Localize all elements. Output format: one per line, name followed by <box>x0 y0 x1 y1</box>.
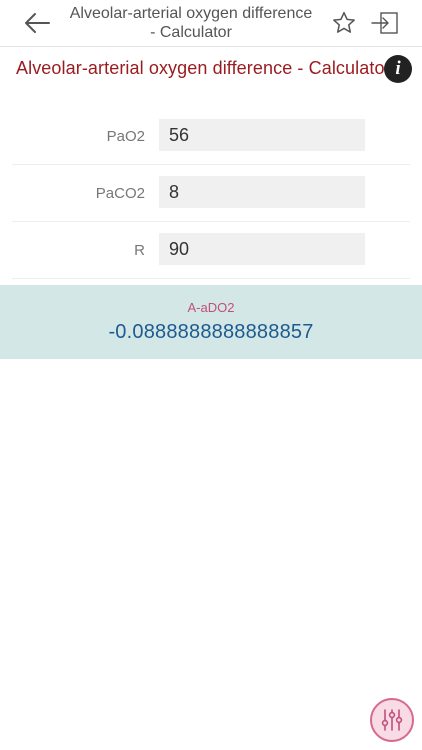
pao2-input[interactable] <box>159 119 365 151</box>
pao2-label: PaO2 <box>106 127 145 145</box>
arrow-left-icon <box>25 13 50 33</box>
nav-title: Alveolar-arterial oxygen difference - Ca… <box>69 5 313 41</box>
result-label: A-aDO2 <box>187 300 235 315</box>
favorite-button[interactable] <box>330 9 358 37</box>
exit-to-app-icon <box>371 12 398 34</box>
back-button[interactable] <box>22 8 52 38</box>
calculator-screen: Alveolar-arterial oxygen difference - Ca… <box>0 0 422 750</box>
r-label: R <box>134 241 145 259</box>
navigation-bar: Alveolar-arterial oxygen difference - Ca… <box>0 0 422 47</box>
exit-button[interactable] <box>370 9 400 37</box>
result-value: -0.0888888888888857 <box>108 321 314 343</box>
sliders-icon <box>381 709 403 731</box>
form-row-paco2: PaCO2 <box>12 165 410 222</box>
form-row-r: R <box>12 222 410 279</box>
result-panel: A-aDO2 -0.0888888888888857 <box>0 285 422 359</box>
r-input[interactable] <box>159 233 365 265</box>
star-outline-icon <box>333 11 355 33</box>
info-icon[interactable]: i <box>384 55 412 83</box>
page-title: Alveolar-arterial oxygen difference - Ca… <box>16 58 391 78</box>
settings-button[interactable] <box>370 698 414 742</box>
form-row-pao2: PaO2 <box>12 108 410 165</box>
paco2-input[interactable] <box>159 176 365 208</box>
paco2-label: PaCO2 <box>95 184 145 202</box>
